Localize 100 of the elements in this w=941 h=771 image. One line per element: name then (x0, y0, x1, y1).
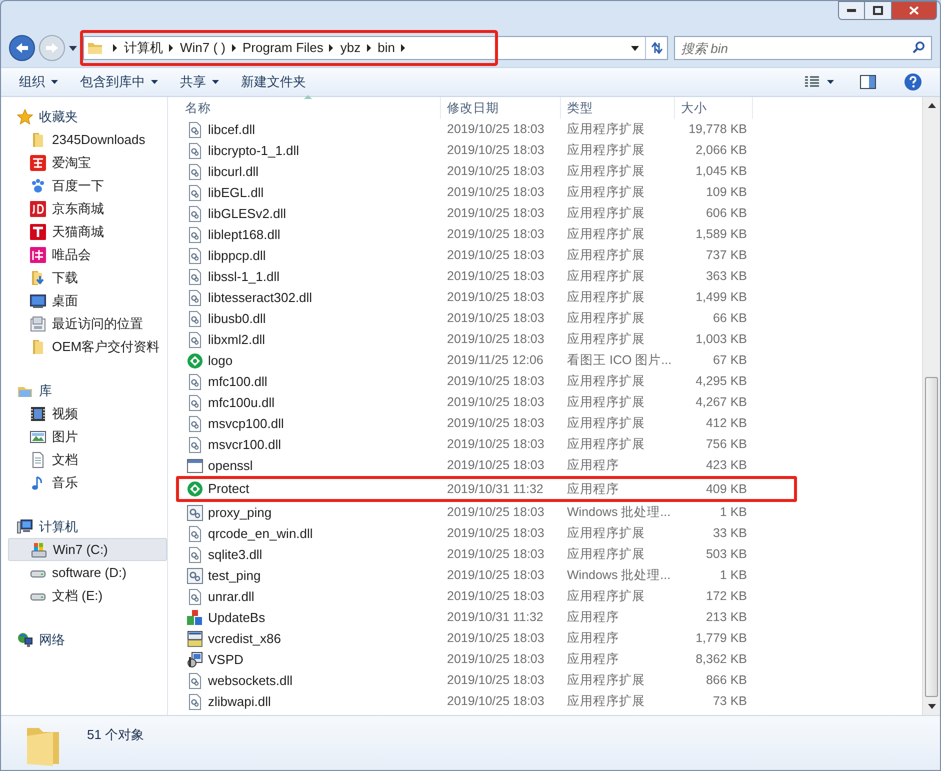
view-list-icon (805, 76, 819, 88)
file-type: Windows 批处理... (566, 504, 672, 522)
toolbar-button[interactable]: 组织 (19, 72, 58, 92)
colored-blocks-icon (187, 610, 203, 626)
toolbar-button[interactable]: 共享 (180, 72, 219, 92)
modified-date: 2019/10/25 18:03 (446, 693, 546, 710)
sidebar-item[interactable]: OEM客户交付资料 (11, 335, 167, 358)
file-row[interactable]: msvcp100.dll 2019/10/25 18:03 应用程序扩展 412 KB (179, 413, 922, 434)
file-row[interactable]: openssl 2019/10/25 18:03 应用程序 423 KB (179, 455, 922, 476)
sidebar-item[interactable]: 网络 (11, 628, 167, 651)
file-size: 1,499 KB (694, 289, 748, 306)
sidebar-item[interactable]: 收藏夹 (11, 105, 167, 128)
file-name: websockets.dll (208, 672, 293, 690)
back-arrow-icon (15, 42, 29, 54)
sidebar-item[interactable]: software (D:) (11, 561, 167, 584)
file-row[interactable]: libcrypto-1_1.dll 2019/10/25 18:03 应用程序扩展 2,066 KB (179, 140, 922, 161)
breadcrumb-item[interactable]: bin (378, 38, 396, 58)
file-row[interactable]: zlibwapi.dll 2019/10/25 18:03 应用程序扩展 73 KB (179, 691, 922, 712)
file-size: 412 KB (704, 415, 748, 432)
file-type: 应用程序扩展 (566, 268, 646, 286)
maximize-button[interactable] (865, 1, 891, 20)
breadcrumb-item[interactable]: 计算机 (124, 38, 163, 58)
file-size: 2,066 KB (694, 142, 748, 160)
file-row[interactable]: qrcode_en_win.dll 2019/10/25 18:03 应用程序扩展 33 KB (179, 523, 922, 544)
back-button[interactable] (9, 35, 35, 61)
breadcrumb-item[interactable]: Win7 ( ) (180, 38, 226, 58)
view-options-button[interactable] (805, 76, 834, 88)
breadcrumb-item[interactable]: Program Files (242, 38, 324, 58)
sidebar-item[interactable]: 天猫商城 (11, 220, 167, 243)
scroll-up-icon (928, 103, 936, 108)
sidebar-item[interactable]: 图片 (11, 425, 167, 448)
sidebar-item[interactable]: 视频 (11, 402, 167, 425)
file-row[interactable]: UpdateBs 2019/10/31 11:32 应用程序 213 KB (179, 607, 922, 628)
file-type: 应用程序扩展 (566, 546, 646, 564)
sidebar-item[interactable]: 库 (11, 379, 167, 402)
shop-logo-icon (30, 154, 46, 170)
help-button[interactable] (904, 73, 922, 91)
file-row[interactable]: libusb0.dll 2019/10/25 18:03 应用程序扩展 66 KB (179, 308, 922, 329)
file-row[interactable]: libppcp.dll 2019/10/25 18:03 应用程序扩展 737 KB (179, 245, 922, 266)
file-row[interactable]: Protect 2019/10/31 11:32 应用程序 409 KB (176, 476, 797, 502)
file-row[interactable]: libxml2.dll 2019/10/25 18:03 应用程序扩展 1,003 KB (179, 329, 922, 350)
sidebar-item[interactable]: 爱淘宝 (11, 151, 167, 174)
document-icon (30, 452, 46, 468)
sidebar-item[interactable]: 音乐 (11, 471, 167, 494)
file-row[interactable]: liblept168.dll 2019/10/25 18:03 应用程序扩展 1,589 KB (179, 224, 922, 245)
close-button[interactable] (891, 1, 937, 20)
folder-icon (87, 41, 103, 55)
sidebar-item[interactable]: 桌面 (11, 289, 167, 312)
file-row[interactable]: mfc100.dll 2019/10/25 18:03 应用程序扩展 4,295 KB (179, 371, 922, 392)
preview-pane-button[interactable] (860, 75, 876, 89)
file-name: vcredist_x86 (208, 630, 281, 648)
file-row[interactable]: proxy_ping 2019/10/25 18:03 Windows 批处理... 1 KB (179, 502, 922, 523)
sidebar-item[interactable]: 2345Downloads (11, 128, 167, 151)
file-row[interactable]: libGLESv2.dll 2019/10/25 18:03 应用程序扩展 606 KB (179, 203, 922, 224)
sidebar-item[interactable]: Win7 (C:) (8, 538, 167, 561)
sidebar-item[interactable]: 百度一下 (11, 174, 167, 197)
modified-date: 2019/10/25 18:03 (446, 504, 546, 522)
column-header[interactable]: 名称 (179, 97, 441, 119)
sidebar-item[interactable]: 京东商城 (11, 197, 167, 220)
shop-logo-icon (30, 224, 46, 240)
file-row[interactable]: sqlite3.dll 2019/10/25 18:03 应用程序扩展 503 KB (179, 544, 922, 565)
file-row[interactable]: libssl-1_1.dll 2019/10/25 18:03 应用程序扩展 363 KB (179, 266, 922, 287)
file-row[interactable]: unrar.dll 2019/10/25 18:03 应用程序扩展 172 KB (179, 586, 922, 607)
file-row[interactable]: msvcr100.dll 2019/10/25 18:03 应用程序扩展 756 KB (179, 434, 922, 455)
toolbar-button[interactable]: 新建文件夹 (241, 72, 306, 92)
history-caret-icon (69, 46, 77, 50)
sidebar-item[interactable]: 下载 (11, 266, 167, 289)
sidebar-item[interactable]: 文档 (E:) (11, 584, 167, 607)
file-row[interactable]: test_ping 2019/10/25 18:03 Windows 批处理... 1 KB (179, 565, 922, 586)
dll-file-icon (187, 290, 203, 306)
file-name: libtesseract302.dll (208, 288, 312, 307)
sidebar-item[interactable]: 文档 (11, 448, 167, 471)
file-name: zlibwapi.dll (208, 692, 271, 711)
file-type: 应用程序扩展 (566, 226, 646, 244)
modified-date: 2019/10/25 18:03 (446, 457, 546, 474)
minimize-button[interactable] (838, 1, 865, 20)
column-header[interactable]: 类型 (561, 97, 675, 119)
breadcrumb-arrow-icon (401, 44, 406, 52)
sidebar-item[interactable]: 唯品会 (11, 243, 167, 266)
file-row[interactable]: libEGL.dll 2019/10/25 18:03 应用程序扩展 109 KB (179, 182, 922, 203)
file-row[interactable]: vcredist_x86 2019/10/25 18:03 应用程序 1,779 KB (179, 628, 922, 649)
file-row[interactable]: websockets.dll 2019/10/25 18:03 应用程序扩展 866 KB (179, 670, 922, 691)
file-row[interactable]: VSPD 2019/10/25 18:03 应用程序 8,362 KB (179, 649, 922, 670)
breadcrumb-item[interactable]: ybz (340, 38, 361, 58)
file-size: 756 KB (704, 436, 748, 454)
column-header[interactable]: 修改日期 (441, 97, 561, 119)
column-header[interactable]: 大小 (675, 97, 753, 119)
sidebar-item[interactable]: 计算机 (11, 515, 167, 538)
file-row[interactable]: libcef.dll 2019/10/25 18:03 应用程序扩展 19,778 KB (179, 119, 922, 140)
file-row[interactable]: libtesseract302.dll 2019/10/25 18:03 应用程序扩展 1,499 KB (179, 287, 922, 308)
file-row[interactable]: mfc100u.dll 2019/10/25 18:03 应用程序扩展 4,267 KB (179, 392, 922, 413)
scrollbar[interactable] (922, 97, 940, 715)
toolbar-button[interactable]: 包含到库中 (80, 72, 158, 92)
dll-file-icon (187, 694, 203, 710)
file-name: libcurl.dll (208, 162, 259, 181)
sidebar-item[interactable]: 最近访问的位置 (11, 312, 167, 335)
scroll-thumb[interactable] (925, 377, 938, 697)
search-field[interactable]: 搜索 bin (674, 36, 932, 60)
file-row[interactable]: libcurl.dll 2019/10/25 18:03 应用程序扩展 1,045 KB (179, 161, 922, 182)
file-row[interactable]: logo 2019/11/25 12:06 看图王 ICO 图片... 67 KB (179, 350, 922, 371)
